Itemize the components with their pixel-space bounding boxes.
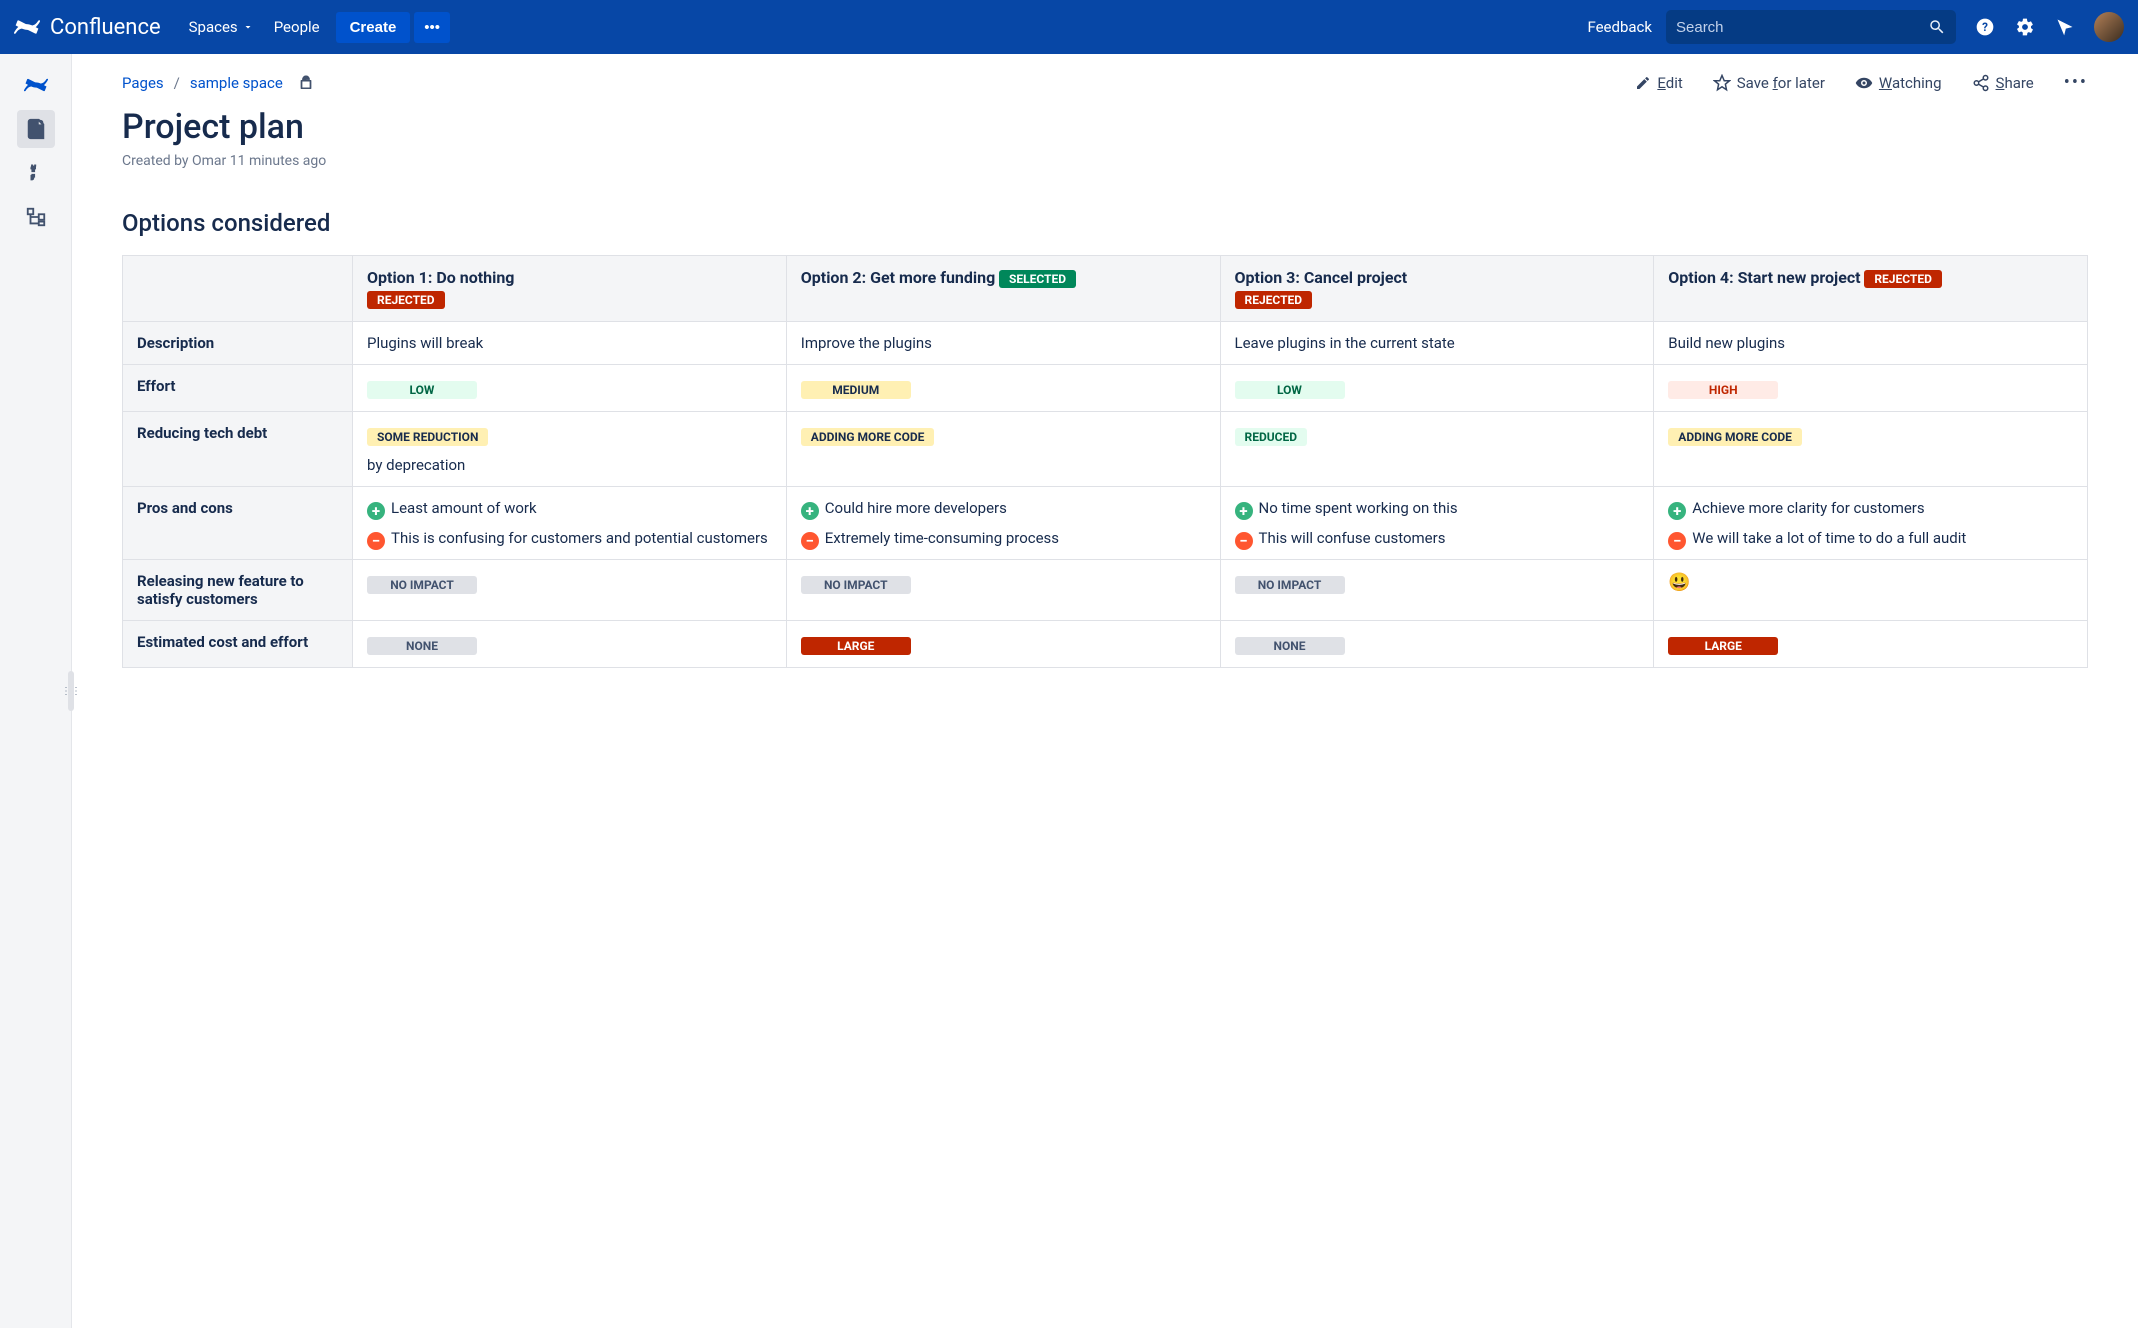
breadcrumb-space[interactable]: sample space [190,74,283,92]
more-actions[interactable]: ••• [2064,72,2088,93]
breadcrumb-pages[interactable]: Pages [122,74,164,92]
techdebt-badge: ADDING MORE CODE [1668,428,1802,446]
nav-people[interactable]: People [264,12,330,42]
create-more-button[interactable]: ••• [414,12,450,43]
top-nav: Confluence Spaces People Create ••• Feed… [0,0,2138,54]
search-box[interactable] [1666,10,1956,44]
effort-badge: LOW [1235,381,1345,399]
table-corner [123,256,353,322]
row-releasing: Releasing new feature to satisfy custome… [123,560,353,621]
main-content: Pages / sample space Edit [72,54,2138,1328]
techdebt-badge: ADDING MORE CODE [801,428,935,446]
svg-text:”: ” [29,163,36,184]
minus-icon: − [1235,532,1253,550]
status-badge: REJECTED [1864,270,1942,288]
top-right-icons: ? [1974,12,2124,42]
page-actions: Edit Save for later Watching [1635,72,2088,93]
option-1-header: Option 1: Do nothing REJECTED [353,256,787,322]
status-badge: REJECTED [1235,291,1313,309]
plus-icon: + [1668,502,1686,520]
sidebar-space-icon[interactable] [17,66,55,104]
options-table: Option 1: Do nothing REJECTED Option 2: … [122,255,2088,668]
save-for-later-action[interactable]: Save for later [1713,74,1825,92]
settings-icon[interactable] [2014,16,2036,38]
user-avatar[interactable] [2094,12,2124,42]
row-cost: Estimated cost and effort [123,621,353,668]
row-techdebt: Reducing tech debt [123,412,353,487]
svg-text:?: ? [1982,20,1988,34]
share-action[interactable]: Share [1972,74,2034,92]
techdebt-badge: REDUCED [1235,428,1308,446]
plus-icon: + [1235,502,1253,520]
watching-action[interactable]: Watching [1855,74,1942,92]
star-icon [1713,74,1731,92]
cost-badge: NONE [1235,637,1345,655]
smile-emoji: 😃 [1668,572,1690,593]
status-badge: REJECTED [367,291,445,309]
effort-badge: HIGH [1668,381,1778,399]
cost-badge: NONE [367,637,477,655]
row-description: Description [123,322,353,365]
sidebar-tree-icon[interactable] [17,198,55,236]
effort-badge: MEDIUM [801,381,911,399]
techdebt-badge: SOME REDUCTION [367,428,488,446]
help-icon[interactable]: ? [1974,16,1996,38]
search-input[interactable] [1676,19,1928,36]
pencil-icon [1635,75,1651,91]
section-heading: Options considered [122,209,2088,237]
chevron-down-icon [242,21,254,33]
plus-icon: + [367,502,385,520]
edit-action[interactable]: Edit [1635,74,1682,92]
share-icon [1972,74,1990,92]
notifications-icon[interactable] [2054,16,2076,38]
releasing-badge: NO IMPACT [1235,576,1345,594]
cost-badge: LARGE [1668,637,1778,655]
nav-spaces[interactable]: Spaces [179,12,264,42]
page-title: Project plan [122,107,2088,147]
row-effort: Effort [123,365,353,412]
sidebar-blog-icon[interactable]: ” [17,154,55,192]
option-4-header: Option 4: Start new project REJECTED [1654,256,2088,322]
releasing-badge: NO IMPACT [801,576,911,594]
minus-icon: − [1668,532,1686,550]
sidebar-resize-handle[interactable]: ⋮⋮ [68,671,74,711]
restrictions-icon[interactable] [297,74,315,92]
product-name: Confluence [50,15,161,40]
feedback-link[interactable]: Feedback [1587,18,1652,36]
more-icon: ••• [2064,72,2088,93]
effort-badge: LOW [367,381,477,399]
minus-icon: − [367,532,385,550]
confluence-icon [14,14,40,40]
cost-badge: LARGE [801,637,911,655]
eye-icon [1855,74,1873,92]
search-icon [1928,18,1946,36]
minus-icon: − [801,532,819,550]
plus-icon: + [801,502,819,520]
sidebar-pages-icon[interactable] [17,110,55,148]
releasing-badge: NO IMPACT [367,576,477,594]
option-2-header: Option 2: Get more funding SELECTED [786,256,1220,322]
sidebar: ” ⋮⋮ [0,54,72,1328]
option-3-header: Option 3: Cancel project REJECTED [1220,256,1654,322]
breadcrumbs: Pages / sample space [122,74,315,92]
status-badge: SELECTED [999,270,1076,288]
row-proscons: Pros and cons [123,487,353,560]
page-meta: Created by Omar 11 minutes ago [122,153,2088,169]
logo[interactable]: Confluence [14,14,161,40]
create-button[interactable]: Create [336,12,411,43]
